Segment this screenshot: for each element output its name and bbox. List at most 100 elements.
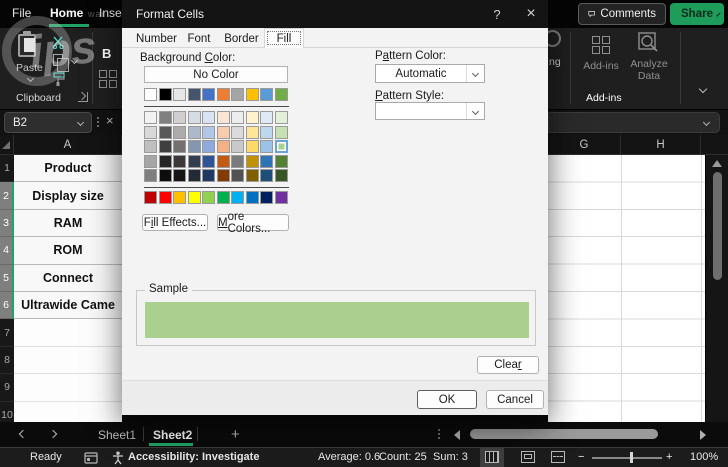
tab-home[interactable]: Home bbox=[50, 6, 83, 20]
more-colors-button[interactable]: More Colors... bbox=[217, 214, 289, 231]
cell-A1[interactable]: Product bbox=[14, 155, 122, 182]
color-swatch[interactable] bbox=[231, 155, 244, 168]
formula-expand-icon[interactable] bbox=[703, 119, 710, 126]
color-swatch[interactable] bbox=[144, 140, 157, 153]
color-swatch[interactable] bbox=[246, 140, 259, 153]
color-swatch[interactable] bbox=[275, 126, 288, 139]
color-swatch[interactable] bbox=[246, 126, 259, 139]
color-swatch[interactable] bbox=[217, 169, 230, 182]
color-swatch[interactable] bbox=[260, 169, 273, 182]
fill-effects-button[interactable]: Fill Effects... bbox=[142, 214, 208, 231]
color-swatch[interactable] bbox=[173, 191, 186, 204]
hscroll-left-icon[interactable] bbox=[454, 430, 460, 440]
color-swatch[interactable] bbox=[246, 111, 259, 124]
row-header[interactable]: 8 bbox=[0, 347, 14, 374]
cut-icon[interactable] bbox=[52, 36, 66, 49]
analyze-data-button[interactable]: Analyze Data bbox=[626, 58, 672, 82]
color-swatch[interactable] bbox=[275, 155, 288, 168]
horizontal-scrollbar[interactable] bbox=[465, 428, 675, 440]
color-swatch[interactable] bbox=[188, 155, 201, 168]
cell-A5[interactable]: Connect bbox=[14, 265, 122, 292]
color-swatch[interactable] bbox=[275, 140, 288, 153]
color-swatch[interactable] bbox=[217, 140, 230, 153]
pattern-color-select[interactable]: Automatic bbox=[375, 64, 485, 83]
row-header[interactable]: 5 bbox=[0, 265, 14, 292]
color-swatch[interactable] bbox=[275, 88, 288, 101]
row-header[interactable]: 3 bbox=[0, 210, 14, 237]
color-swatch[interactable] bbox=[173, 126, 186, 139]
format-painter-icon[interactable] bbox=[52, 72, 67, 87]
color-swatch[interactable] bbox=[188, 140, 201, 153]
ribbon-collapse-icon[interactable] bbox=[699, 85, 707, 93]
dialog-help-button[interactable]: ? bbox=[480, 0, 514, 28]
row-header[interactable]: 10 bbox=[0, 402, 14, 422]
color-swatch[interactable] bbox=[260, 155, 273, 168]
color-swatch[interactable] bbox=[275, 169, 288, 182]
vertical-scrollbar-thumb[interactable] bbox=[713, 172, 722, 280]
color-swatch[interactable] bbox=[260, 111, 273, 124]
color-swatch[interactable] bbox=[159, 111, 172, 124]
dialog-close-button[interactable]: × bbox=[514, 0, 548, 28]
color-swatch[interactable] bbox=[188, 126, 201, 139]
color-swatch[interactable] bbox=[144, 126, 157, 139]
color-swatch[interactable] bbox=[260, 140, 273, 153]
zoom-out-button[interactable]: − bbox=[578, 451, 584, 463]
color-swatch[interactable] bbox=[159, 88, 172, 101]
color-swatch[interactable] bbox=[188, 88, 201, 101]
color-swatch[interactable] bbox=[144, 169, 157, 182]
scroll-up-icon[interactable] bbox=[712, 160, 722, 167]
view-normal-button[interactable] bbox=[485, 451, 499, 463]
ok-button[interactable]: OK bbox=[417, 390, 477, 409]
formula-bar[interactable] bbox=[548, 112, 720, 133]
dialog-title-bar[interactable]: Format Cells ? × bbox=[122, 0, 548, 28]
no-color-button[interactable]: No Color bbox=[144, 66, 288, 83]
tab-options-dots[interactable] bbox=[438, 429, 440, 439]
paste-button[interactable]: Paste bbox=[16, 62, 43, 74]
color-swatch[interactable] bbox=[260, 191, 273, 204]
color-swatch[interactable] bbox=[231, 140, 244, 153]
color-swatch[interactable] bbox=[188, 191, 201, 204]
color-swatch[interactable] bbox=[260, 88, 273, 101]
color-swatch[interactable] bbox=[202, 126, 215, 139]
zoom-slider-thumb[interactable] bbox=[630, 452, 633, 463]
color-swatch[interactable] bbox=[217, 155, 230, 168]
cell-A2[interactable]: Display size bbox=[14, 182, 122, 209]
sheet-nav-forward-icon[interactable] bbox=[49, 430, 57, 438]
cell-A8[interactable] bbox=[14, 347, 122, 374]
dialog-tab-number[interactable]: Number bbox=[134, 30, 179, 47]
macro-record-icon[interactable] bbox=[84, 452, 98, 464]
color-swatch[interactable] bbox=[231, 88, 244, 101]
color-swatch[interactable] bbox=[260, 126, 273, 139]
color-swatch[interactable] bbox=[275, 111, 288, 124]
color-swatch[interactable] bbox=[217, 111, 230, 124]
row-header[interactable]: 1 bbox=[0, 155, 14, 182]
color-swatch[interactable] bbox=[231, 126, 244, 139]
zoom-level[interactable]: 100% bbox=[690, 451, 718, 463]
share-button[interactable]: Share bbox=[670, 3, 724, 25]
color-swatch[interactable] bbox=[159, 126, 172, 139]
color-swatch[interactable] bbox=[231, 111, 244, 124]
color-swatch[interactable] bbox=[202, 88, 215, 101]
horizontal-scrollbar-thumb[interactable] bbox=[470, 429, 658, 439]
color-swatch[interactable] bbox=[188, 111, 201, 124]
color-swatch[interactable] bbox=[173, 88, 186, 101]
cell-A3[interactable]: RAM bbox=[14, 210, 122, 237]
color-swatch[interactable] bbox=[173, 155, 186, 168]
color-swatch[interactable] bbox=[275, 191, 288, 204]
row-header[interactable]: 6 bbox=[0, 292, 14, 319]
color-swatch[interactable] bbox=[231, 191, 244, 204]
accessibility-icon[interactable] bbox=[112, 451, 124, 465]
accessibility-status[interactable]: Accessibility: Investigate bbox=[128, 451, 259, 463]
color-swatch[interactable] bbox=[144, 191, 157, 204]
color-swatch[interactable] bbox=[217, 126, 230, 139]
clipboard-dialog-launcher-icon[interactable] bbox=[78, 92, 88, 102]
col-h-header[interactable]: H bbox=[621, 135, 701, 155]
row-header[interactable]: 7 bbox=[0, 319, 14, 346]
color-swatch[interactable] bbox=[144, 111, 157, 124]
borders-icon[interactable] bbox=[99, 70, 117, 88]
tab-file[interactable]: File bbox=[12, 6, 31, 20]
row-header[interactable]: 9 bbox=[0, 374, 14, 401]
color-swatch[interactable] bbox=[173, 140, 186, 153]
vertical-scrollbar[interactable] bbox=[705, 155, 728, 422]
bold-button[interactable]: B bbox=[102, 46, 111, 61]
